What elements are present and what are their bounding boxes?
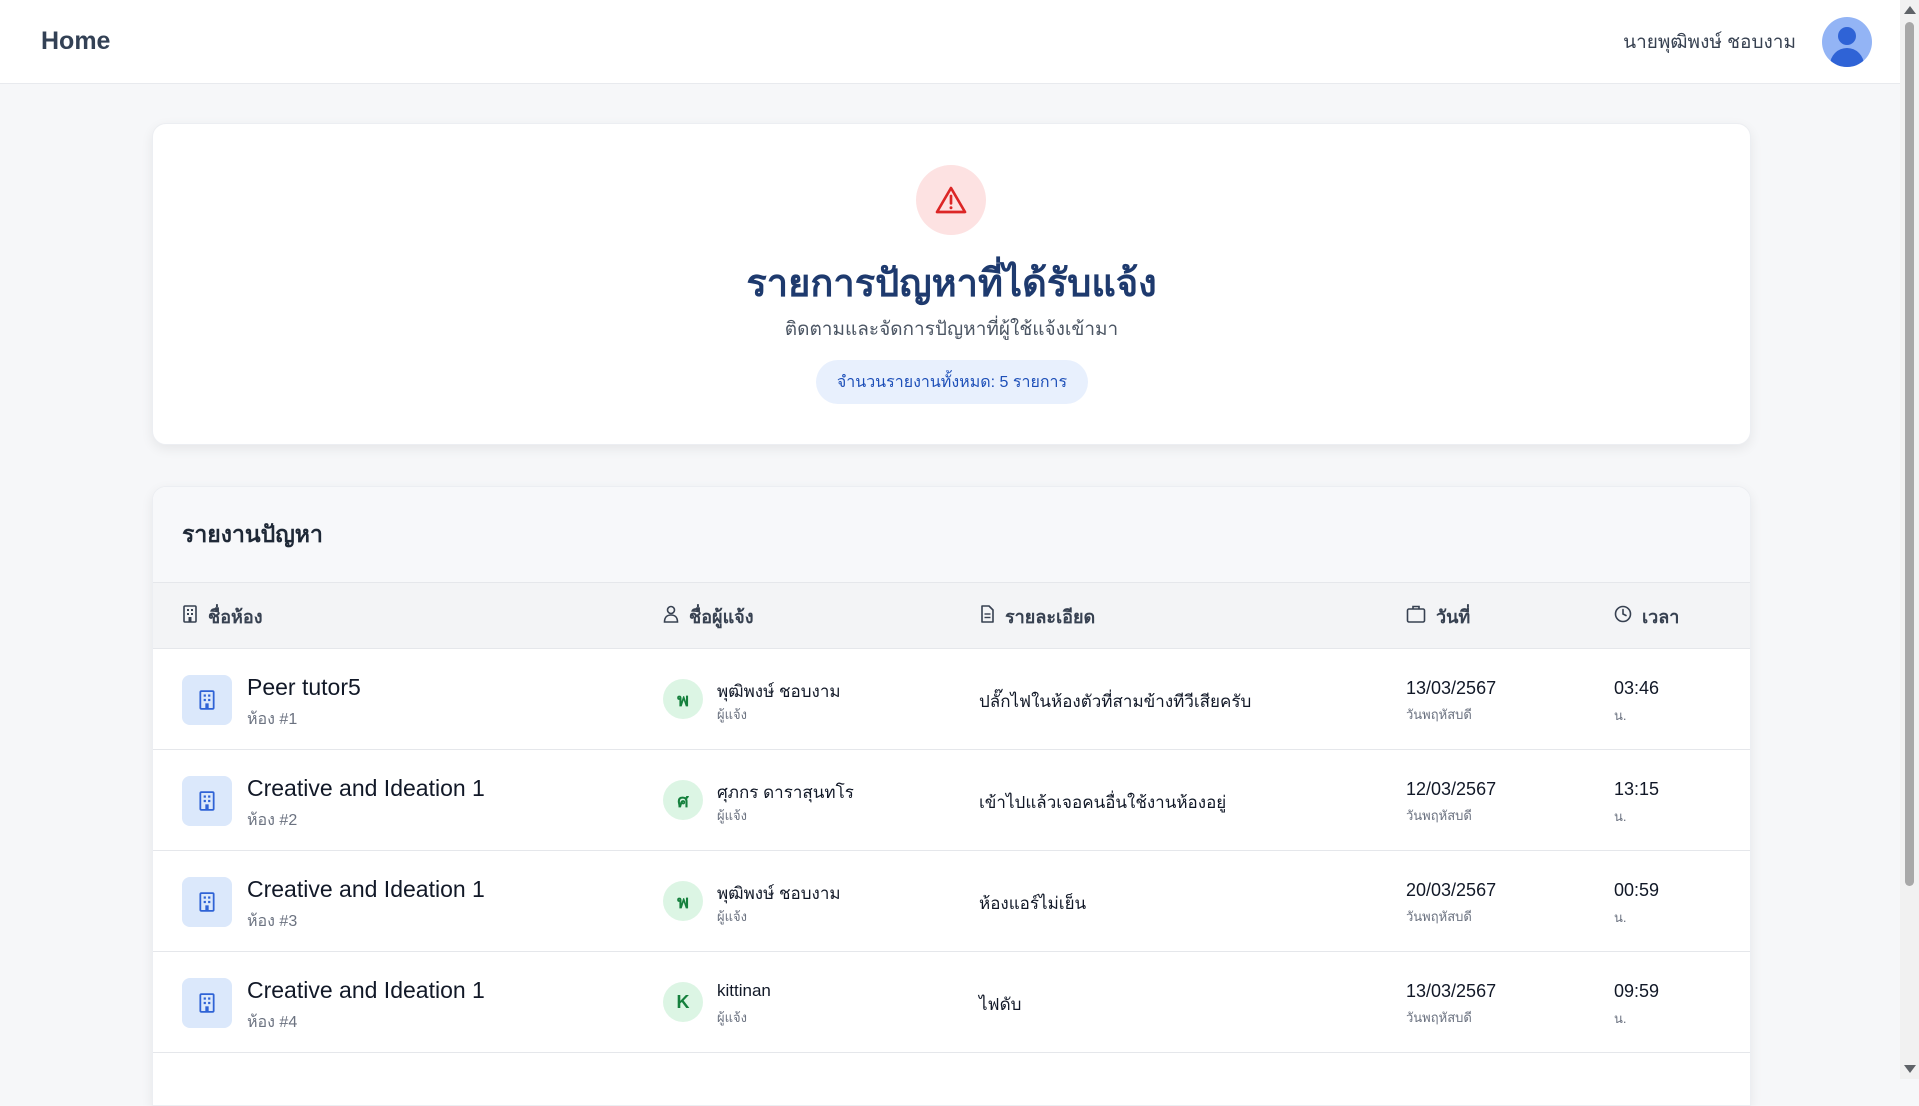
report-table-card: รายงานปัญหา ชื่อห้อง ชื่อผู้แจ้ง รายละเอ… (152, 486, 1751, 1106)
warning-triangle-icon (916, 165, 986, 235)
reporter-avatar: พ (663, 881, 703, 921)
report-date: 12/03/2567 (1406, 779, 1497, 799)
user-avatar-icon[interactable] (1822, 16, 1872, 67)
scroll-up-icon[interactable] (1904, 6, 1916, 14)
summary-card: รายการปัญหาที่ได้รับแจ้ง ติดตามและจัดการ… (152, 123, 1751, 445)
report-day: วันพฤหัสบดี (1406, 909, 1472, 924)
building-icon (182, 877, 232, 927)
reporter-name: พุฒิพงษ์ ชอบงาม (717, 884, 841, 903)
column-header-reporter: ชื่อผู้แจ้ง (663, 583, 754, 649)
reporter-role: ผู้แจ้ง (717, 909, 747, 924)
report-time: 03:46 (1614, 678, 1660, 698)
reporter-avatar: ศ (663, 780, 703, 820)
calendar-icon (1406, 605, 1426, 628)
page-subtitle: ติดตามและจัดการปัญหาที่ผู้ใช้แจ้งเข้ามา (784, 319, 1119, 340)
report-time: 00:59 (1614, 880, 1660, 900)
reporter-name: พุฒิพงษ์ ชอบงาม (717, 682, 841, 701)
building-icon (182, 978, 232, 1028)
room-number: ห้อง #1 (247, 711, 298, 728)
building-icon (182, 675, 232, 725)
room-number: ห้อง #4 (247, 1014, 298, 1031)
reporter-role: ผู้แจ้ง (717, 808, 747, 823)
top-navbar: Home นายพุฒิพงษ์ ชอบงาม (0, 0, 1900, 84)
room-name: Creative and Ideation 1 (247, 775, 485, 801)
building-icon (182, 776, 232, 826)
clock-icon (1614, 605, 1632, 628)
reporter-role: ผู้แจ้ง (717, 707, 747, 722)
report-date: 20/03/2567 (1406, 880, 1497, 900)
report-day: วันพฤหัสบดี (1406, 707, 1472, 722)
table-row[interactable]: Creative and Ideation 1 ห้อง #3 พ พุฒิพง… (153, 851, 1750, 952)
time-unit: น. (1614, 708, 1627, 723)
building-icon (182, 604, 198, 628)
user-name: นายพุฒิพงษ์ ชอบงาม (1623, 31, 1796, 53)
room-number: ห้อง #2 (247, 812, 298, 829)
table-header: ชื่อห้อง ชื่อผู้แจ้ง รายละเอียด วันที่ เ… (153, 583, 1750, 649)
page-title: รายการปัญหาที่ได้รับแจ้ง (746, 263, 1157, 305)
table-body: Peer tutor5 ห้อง #1 พ พุฒิพงษ์ ชอบงาม ผู… (153, 649, 1750, 1053)
home-link[interactable]: Home (41, 27, 110, 56)
reporter-avatar: พ (663, 679, 703, 719)
report-section-title: รายงานปัญหา (153, 487, 1750, 583)
room-name: Peer tutor5 (247, 674, 361, 700)
reporter-avatar: K (663, 982, 703, 1022)
scrollbar-thumb[interactable] (1905, 22, 1914, 886)
reporter-name: kittinan (717, 981, 771, 1000)
user-menu[interactable]: นายพุฒิพงษ์ ชอบงาม (1623, 16, 1872, 67)
report-time: 09:59 (1614, 981, 1660, 1001)
report-count-badge: จำนวนรายงานทั้งหมด: 5 รายการ (816, 360, 1088, 404)
column-header-time: เวลา (1614, 583, 1679, 649)
time-unit: น. (1614, 1011, 1627, 1026)
time-unit: น. (1614, 910, 1627, 925)
report-detail: ปลั๊กไฟในห้องตัวที่สามข้างทีวีเสียครับ (979, 692, 1252, 711)
reporter-name: ศุภกร ดาราสุนทโร (717, 783, 854, 802)
report-date: 13/03/2567 (1406, 981, 1497, 1001)
room-name: Creative and Ideation 1 (247, 876, 485, 902)
report-time: 13:15 (1614, 779, 1660, 799)
room-number: ห้อง #3 (247, 913, 298, 930)
column-header-detail: รายละเอียด (979, 583, 1095, 649)
room-name: Creative and Ideation 1 (247, 977, 485, 1003)
document-icon (979, 604, 995, 628)
report-detail: เข้าไปแล้วเจอคนอื่นใช้งานห้องอยู่ (979, 793, 1227, 812)
column-header-date: วันที่ (1406, 583, 1470, 649)
user-icon (663, 605, 679, 628)
reporter-role: ผู้แจ้ง (717, 1010, 747, 1025)
report-day: วันพฤหัสบดี (1406, 1010, 1472, 1025)
report-date: 13/03/2567 (1406, 678, 1497, 698)
table-row[interactable]: Creative and Ideation 1 ห้อง #2 ศ ศุภกร … (153, 750, 1750, 851)
scroll-down-icon[interactable] (1904, 1065, 1916, 1073)
report-detail: ไฟดับ (979, 995, 1022, 1014)
table-row[interactable]: Peer tutor5 ห้อง #1 พ พุฒิพงษ์ ชอบงาม ผู… (153, 649, 1750, 750)
report-detail: ห้องแอร์ไม่เย็น (979, 894, 1087, 913)
table-row[interactable]: Creative and Ideation 1 ห้อง #4 K kittin… (153, 952, 1750, 1053)
page-scrollbar[interactable] (1900, 0, 1919, 1079)
report-day: วันพฤหัสบดี (1406, 808, 1472, 823)
time-unit: น. (1614, 809, 1627, 824)
column-header-room: ชื่อห้อง (182, 583, 263, 649)
